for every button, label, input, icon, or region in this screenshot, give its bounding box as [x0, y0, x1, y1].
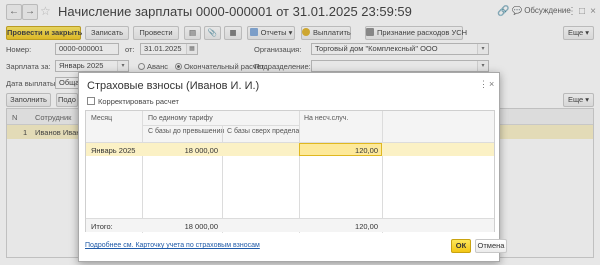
- column-divider: [382, 111, 383, 233]
- menu-dots-icon[interactable]: ⋮: [479, 79, 488, 90]
- ok-button[interactable]: ОК: [451, 239, 471, 253]
- header-divider: [142, 125, 299, 126]
- column-divider: [142, 111, 143, 233]
- column-over-limit: С базы сверх предела: [227, 128, 300, 135]
- insurance-card-link[interactable]: Подробнее см. Карточку учета по страховы…: [85, 242, 260, 249]
- column-divider: [299, 111, 300, 233]
- cancel-button[interactable]: Отмена: [475, 239, 507, 253]
- column-by-tariff: По единому тарифу: [148, 115, 213, 122]
- insurance-table: Месяц По единому тарифу С базы до превыш…: [85, 110, 495, 233]
- dialog-title: Страховые взносы (Иванов И. И.): [87, 80, 260, 92]
- insurance-dialog: Страховые взносы (Иванов И. И.) ⋮ × Корр…: [78, 72, 507, 262]
- checkbox-icon: [87, 97, 95, 105]
- row-to-limit[interactable]: 18 000,00: [148, 146, 218, 155]
- totals-accident: 120,00: [355, 222, 378, 231]
- row-month: Январь 2025: [91, 146, 136, 155]
- column-month: Месяц: [91, 115, 113, 122]
- correct-calc-label: Корректировать расчет: [98, 97, 179, 106]
- correct-calc-checkbox[interactable]: Корректировать расчет: [87, 97, 179, 106]
- column-to-limit: С базы до превышения: [148, 128, 225, 135]
- totals-label: Итого:: [91, 222, 113, 231]
- close-icon[interactable]: ×: [489, 79, 494, 89]
- row-accident[interactable]: 120,00: [304, 146, 378, 155]
- column-accident: На несч.случ.: [304, 115, 349, 122]
- totals-to-limit: 18 000,00: [184, 222, 218, 231]
